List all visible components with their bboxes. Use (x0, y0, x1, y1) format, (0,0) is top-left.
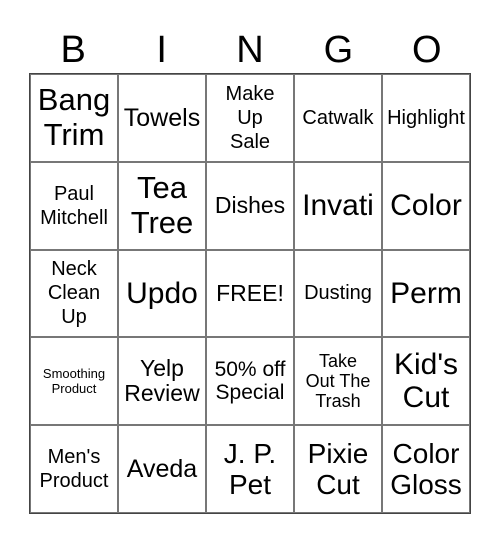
bingo-cell: Updo (118, 249, 206, 338)
bingo-cell: Kid's Cut (382, 337, 470, 426)
bingo-cell: 50% off Special (206, 337, 294, 426)
bingo-cell: Bang Trim (30, 74, 118, 162)
bingo-cell: Pixie Cut (294, 425, 382, 513)
header-letter-i: I (156, 29, 167, 71)
bingo-cell: Take Out The Trash (294, 337, 382, 426)
bingo-header: B I N G O (29, 30, 471, 70)
bingo-cell: Paul Mitchell (30, 161, 118, 250)
bingo-cell: Dishes (206, 161, 294, 250)
bingo-cell: Aveda (118, 425, 206, 513)
bingo-grid: Bang Trim Towels Make Up Sale Catwalk Hi… (29, 73, 471, 514)
bingo-cell: Color (382, 161, 470, 250)
bingo-cell: Invati (294, 161, 382, 250)
bingo-cell: Neck Clean Up (30, 249, 118, 338)
bingo-cell: Make Up Sale (206, 74, 294, 162)
bingo-cell: Perm (382, 249, 470, 338)
header-letter-b: B (60, 29, 86, 71)
bingo-cell: Catwalk (294, 74, 382, 162)
bingo-cell: J. P. Pet (206, 425, 294, 513)
bingo-cell: Yelp Review (118, 337, 206, 426)
bingo-cell: Smoothing Product (30, 337, 118, 426)
bingo-cell free-space: FREE! (206, 249, 294, 338)
bingo-cell: Men's Product (30, 425, 118, 513)
bingo-cell: Towels (118, 74, 206, 162)
header-letter-g: G (323, 29, 354, 71)
header-letter-n: N (236, 29, 264, 71)
bingo-cell: Highlight (382, 74, 470, 162)
bingo-cell: Tea Tree (118, 161, 206, 250)
header-letter-o: O (412, 29, 442, 71)
bingo-cell: Dusting (294, 249, 382, 338)
bingo-cell: Color Gloss (382, 425, 470, 513)
